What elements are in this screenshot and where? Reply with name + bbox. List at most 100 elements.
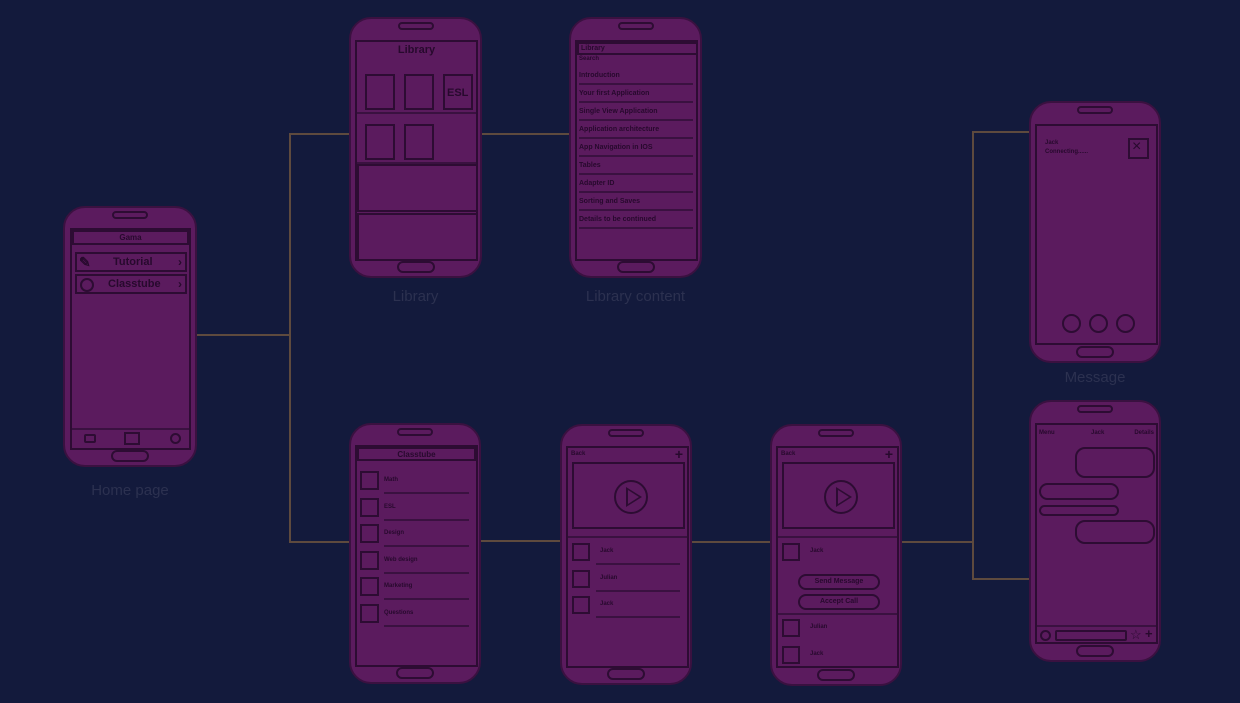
add-icon[interactable]: +	[885, 448, 893, 462]
library-tile-label: ESL	[447, 87, 469, 99]
library-tile[interactable]: ESL	[443, 74, 473, 110]
accept-call-button[interactable]: Accept Call	[798, 594, 880, 610]
library-divider	[357, 112, 476, 114]
add-icon[interactable]: +	[1145, 626, 1153, 641]
caption-library: Library	[392, 288, 439, 305]
back-link[interactable]: Back	[781, 451, 795, 457]
hangup-icon[interactable]	[1089, 314, 1108, 333]
person-divider	[596, 589, 680, 592]
chat-menu-link[interactable]: Menu	[1039, 430, 1055, 436]
classtube-item-label[interactable]: ESL	[384, 504, 396, 510]
classtube-item-label[interactable]: Design	[384, 530, 404, 536]
person-avatar[interactable]	[782, 619, 800, 637]
star-icon[interactable]: ☆	[1130, 627, 1142, 642]
library-title: Library	[397, 44, 436, 56]
classtube-item-label[interactable]: Questions	[384, 610, 413, 616]
classtube-item-divider	[384, 624, 469, 627]
content-list-item[interactable]: Sorting and Saves	[579, 198, 640, 205]
speaker	[1077, 106, 1113, 114]
classtube-item-thumb[interactable]	[360, 603, 379, 623]
caption-message: Message	[1064, 369, 1126, 386]
content-list-item[interactable]: Single View Application	[579, 108, 658, 115]
nav-chat-icon[interactable]	[84, 434, 96, 443]
nav-profile-icon[interactable]	[170, 433, 181, 444]
content-list-item[interactable]: Your first Application	[579, 90, 649, 97]
library-tile[interactable]	[365, 74, 395, 110]
chat-details-link[interactable]: Details	[1134, 430, 1154, 436]
classtube-item-label[interactable]: Marketing	[384, 583, 412, 589]
library-tile[interactable]	[404, 124, 434, 160]
menu-item-tutorial[interactable]: ✎ Tutorial ›	[75, 252, 187, 272]
message-icon[interactable]	[1062, 314, 1081, 333]
emoji-icon[interactable]	[1040, 630, 1051, 641]
classtube-item-thumb[interactable]	[360, 524, 379, 543]
library-phone: Library ESL	[349, 17, 482, 278]
content-list-divider	[579, 155, 693, 157]
close-icon: ×	[1132, 138, 1142, 155]
classtube-item-thumb[interactable]	[360, 550, 379, 570]
speaker	[397, 22, 434, 30]
library-tile[interactable]	[404, 74, 434, 110]
person-name: Julian	[600, 574, 618, 581]
person-avatar[interactable]	[572, 569, 590, 588]
speaker	[397, 428, 433, 436]
person-avatar[interactable]	[782, 646, 800, 664]
classtube-item-divider	[384, 545, 469, 547]
message-phone: Jack Connecting...... ×	[1029, 101, 1161, 363]
message-input[interactable]	[1055, 630, 1127, 641]
library-tile[interactable]	[365, 124, 395, 160]
classtube-screen: Classtube Math ESL Design Web design Marketi…	[355, 445, 478, 667]
classtube-item-thumb[interactable]	[360, 497, 379, 517]
person-avatar[interactable]	[782, 543, 800, 561]
video-call-screen: Back + Jack Send Message Accept Call Jul…	[776, 446, 899, 668]
caption-library-content: Library content	[585, 288, 686, 305]
content-list-divider	[579, 137, 693, 139]
mic-icon[interactable]	[1116, 314, 1135, 333]
home-header-text: Gama	[119, 233, 142, 242]
content-list-item[interactable]: Details to be continued	[579, 216, 656, 223]
person-avatar[interactable]	[572, 543, 590, 561]
content-list-item[interactable]: Tables	[579, 162, 601, 169]
classtube-item-divider	[384, 598, 469, 600]
menu-item-classtube[interactable]: Classtube ›	[75, 274, 187, 294]
content-list-item[interactable]: Introduction	[579, 72, 620, 79]
classtube-item-thumb[interactable]	[360, 577, 379, 596]
video-screen: Back + Jack Julian Jack	[566, 446, 689, 668]
video-divider	[778, 536, 897, 538]
pencil-icon: ✎	[79, 254, 91, 270]
library-screen: Library ESL	[355, 40, 478, 261]
caller-name: Jack	[1045, 140, 1059, 146]
content-list-divider	[579, 209, 693, 211]
nav-video-icon[interactable]	[124, 432, 140, 445]
back-link[interactable]: Back	[571, 451, 585, 457]
classtube-header-text: Classtube	[397, 450, 436, 459]
home-button	[396, 667, 434, 679]
chat-bubble-right	[1075, 447, 1155, 478]
classtube-item-label[interactable]: Math	[384, 477, 398, 483]
home-button	[817, 669, 855, 681]
caller-avatar: ×	[1128, 138, 1149, 159]
video-call-phone: Back + Jack Send Message Accept Call Jul…	[770, 424, 902, 686]
play-triangle	[836, 487, 852, 507]
content-list-item[interactable]: Application architecture	[579, 126, 659, 133]
home-button	[1076, 346, 1114, 358]
play-triangle	[626, 487, 642, 507]
content-list-divider	[579, 191, 693, 193]
send-message-button[interactable]: Send Message	[798, 574, 880, 590]
home-header: Gama	[72, 230, 189, 245]
content-list-item[interactable]: App Navigation in IOS	[579, 144, 653, 151]
speaker	[608, 429, 644, 437]
content-subheader: Search	[579, 56, 600, 62]
classtube-item-label[interactable]: Web design	[384, 557, 418, 563]
person-name: Jack	[600, 548, 614, 554]
content-list-item[interactable]: Adapter ID	[579, 180, 614, 187]
person-avatar[interactable]	[572, 596, 590, 614]
speaker	[818, 429, 854, 437]
add-icon[interactable]: +	[675, 448, 683, 462]
caption-home-page: Home page	[91, 482, 169, 499]
home-screen: Gama ✎ Tutorial › Classtube ›	[70, 228, 191, 450]
chat-title: Jack	[1091, 430, 1105, 436]
video-player[interactable]	[572, 462, 685, 529]
classtube-item-thumb[interactable]	[360, 471, 379, 490]
video-player[interactable]	[782, 462, 895, 529]
